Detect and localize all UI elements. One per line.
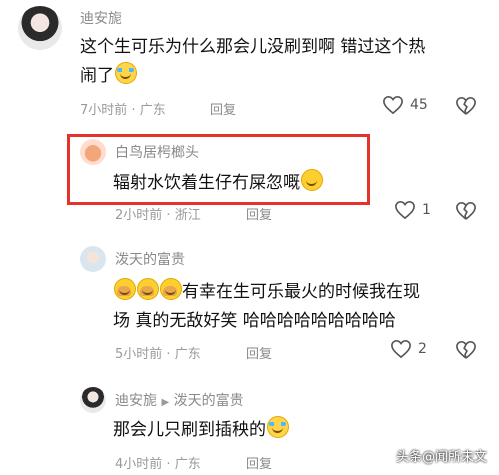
comment-text-line: 闹了	[80, 66, 114, 86]
meta-separator: ·	[166, 208, 171, 223]
broken-heart-icon[interactable]	[455, 96, 477, 116]
reply-arrow-icon: ▶	[161, 397, 170, 408]
like-count: 45	[410, 97, 428, 113]
laugh-cry-emoji	[115, 62, 137, 84]
facepalm-emoji	[160, 278, 182, 300]
facepalm-emoji	[114, 278, 136, 300]
reply-button[interactable]: 回复	[246, 343, 272, 362]
comment-text-line: 场 真的无敌好笑 哈哈哈哈哈哈哈哈哈	[113, 311, 396, 331]
like-count: 2	[418, 341, 427, 357]
comment-text: 那会儿只刷到插秧的	[113, 416, 289, 445]
comment-time: 2小时前	[115, 208, 163, 223]
avatar[interactable]	[80, 246, 106, 272]
like-button[interactable]: 1	[394, 200, 431, 220]
comment-location: 广东	[174, 457, 201, 472]
comment-location: 广东	[139, 103, 166, 118]
comment-author[interactable]: 白鸟居枵榔头	[115, 142, 199, 162]
comment-text: 这个生可乐为什么那会儿没刷到啊 错过这个热 闹了	[80, 33, 440, 91]
comment-author[interactable]: 迪安旎 ▶ 泼天的富贵	[115, 390, 244, 410]
comment-location: 广东	[174, 347, 201, 362]
like-button[interactable]: 2	[390, 339, 427, 359]
meta-separator: ·	[166, 457, 171, 472]
comment-text-line: 有幸在生可乐最火的时候我在现	[182, 282, 420, 302]
comment-text-line: 那会儿只刷到插秧的	[113, 420, 266, 440]
broken-heart-icon[interactable]	[455, 340, 477, 360]
facepalm-emoji	[137, 278, 159, 300]
reply-button[interactable]: 回复	[210, 99, 236, 118]
comment-text-line: 辐射水饮着生仔冇屎忽嘅	[113, 173, 300, 193]
comment-time: 5小时前	[115, 347, 163, 362]
reply-button[interactable]: 回复	[246, 453, 272, 472]
comment-meta: 7小时前 · 广东	[80, 99, 166, 118]
reply-button[interactable]: 回复	[246, 204, 272, 223]
comment-meta: 2小时前 · 浙江	[115, 204, 201, 223]
grin-emoji	[301, 169, 323, 191]
meta-separator: ·	[131, 103, 136, 118]
watermark: 头条@闻所未文	[395, 450, 487, 465]
comment-location: 浙江	[174, 208, 201, 223]
comment-author[interactable]: 迪安旎	[80, 8, 122, 28]
comment-meta: 4小时前 · 广东	[115, 453, 201, 472]
heart-icon	[395, 200, 415, 220]
comment-text-line: 这个生可乐为什么那会儿没刷到啊 错过这个热	[80, 37, 426, 57]
reply-to-author[interactable]: 泼天的富贵	[174, 393, 244, 409]
avatar[interactable]	[18, 6, 62, 50]
heart-icon	[383, 95, 403, 115]
meta-separator: ·	[166, 347, 171, 362]
like-count: 1	[422, 202, 431, 218]
comment-author[interactable]: 泼天的富贵	[115, 249, 185, 269]
comment-time: 7小时前	[80, 103, 128, 118]
heart-icon	[391, 339, 411, 359]
avatar[interactable]	[80, 139, 106, 165]
broken-heart-icon[interactable]	[455, 201, 477, 221]
like-button[interactable]: 45	[382, 95, 428, 115]
comment-text: 有幸在生可乐最火的时候我在现 场 真的无敌好笑 哈哈哈哈哈哈哈哈哈	[113, 278, 473, 336]
comment-text: 辐射水饮着生仔冇屎忽嘅	[113, 169, 323, 198]
reply-author[interactable]: 迪安旎	[115, 393, 157, 409]
laugh-cry-emoji	[267, 416, 289, 438]
comment-meta: 5小时前 · 广东	[115, 343, 201, 362]
avatar[interactable]	[80, 387, 106, 413]
comment-time: 4小时前	[115, 457, 163, 472]
